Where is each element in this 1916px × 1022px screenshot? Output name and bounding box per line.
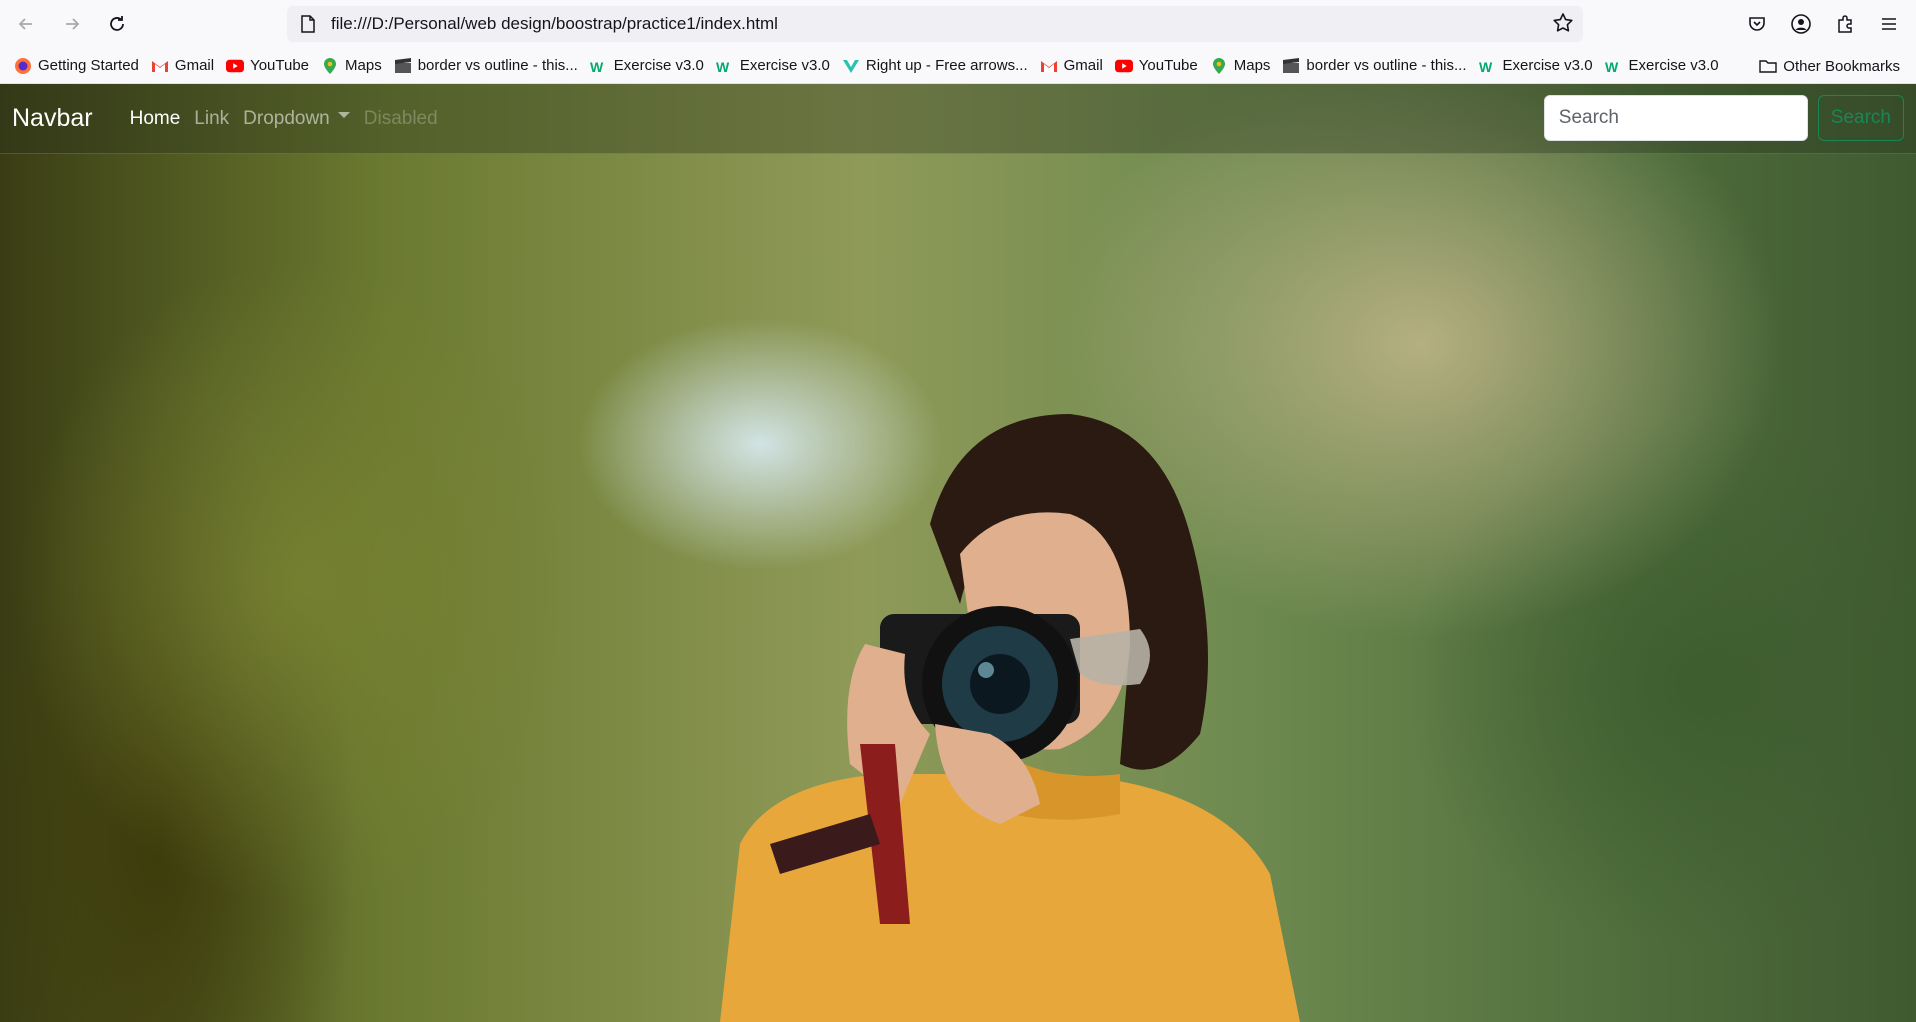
bookmark-item[interactable]: Getting Started bbox=[8, 52, 145, 80]
maps-icon bbox=[1210, 57, 1228, 75]
browser-toolbar: file:///D:/Personal/web design/boostrap/… bbox=[0, 0, 1916, 48]
other-bookmarks-folder[interactable]: Other Bookmarks bbox=[1753, 52, 1906, 80]
arrow-site-icon bbox=[842, 57, 860, 75]
w3schools-icon: W bbox=[590, 57, 608, 75]
forward-arrow-icon bbox=[66, 18, 80, 30]
bookmark-item[interactable]: Maps bbox=[1204, 52, 1277, 80]
bookmark-label: Getting Started bbox=[38, 57, 139, 74]
extensions-button[interactable] bbox=[1828, 7, 1862, 41]
bookmark-label: Exercise v3.0 bbox=[613, 57, 704, 74]
pocket-button[interactable] bbox=[1740, 7, 1774, 41]
bookmark-item[interactable]: border vs outline - this... bbox=[388, 52, 584, 80]
back-arrow-icon bbox=[18, 18, 32, 30]
bookmark-label: Gmail bbox=[1063, 57, 1103, 74]
url-text[interactable]: file:///D:/Personal/web design/boostrap/… bbox=[331, 14, 778, 34]
bookmark-label: Gmail bbox=[174, 57, 215, 74]
nav-dropdown-label: Dropdown bbox=[243, 107, 330, 129]
hamburger-menu-icon bbox=[1882, 18, 1896, 30]
account-icon bbox=[1791, 14, 1811, 34]
bookmark-item[interactable]: Gmail bbox=[145, 52, 220, 80]
bookmark-item[interactable]: W Exercise v3.0 bbox=[710, 52, 836, 80]
bookmark-star-icon[interactable] bbox=[1551, 11, 1575, 40]
nav-link-home[interactable]: Home bbox=[123, 108, 188, 130]
nav-links: Home Link Dropdown Disabled bbox=[123, 108, 445, 130]
nav-link-link[interactable]: Link bbox=[187, 108, 236, 130]
reload-icon bbox=[110, 16, 124, 31]
bookmarks-toolbar: Getting Started Gmail YouTube Maps borde… bbox=[0, 48, 1916, 84]
bookmark-item[interactable]: Right up - Free arrows... bbox=[836, 52, 1034, 80]
bookmark-label: YouTube bbox=[1138, 57, 1198, 74]
pocket-icon bbox=[1749, 17, 1765, 31]
other-bookmarks-label: Other Bookmarks bbox=[1783, 57, 1900, 75]
svg-text:W: W bbox=[716, 59, 730, 74]
firefox-icon bbox=[14, 57, 32, 75]
bookmark-label: Maps bbox=[1233, 57, 1271, 74]
search-button[interactable]: Search bbox=[1817, 95, 1904, 141]
reload-button[interactable] bbox=[100, 7, 134, 41]
bookmark-label: YouTube bbox=[250, 57, 310, 74]
youtube-icon bbox=[1114, 57, 1133, 75]
w3schools-icon: W bbox=[1605, 57, 1623, 75]
bookmark-item[interactable]: W Exercise v3.0 bbox=[1473, 52, 1599, 80]
caret-down-icon bbox=[337, 112, 350, 119]
bookmark-item[interactable]: W Exercise v3.0 bbox=[1599, 52, 1725, 80]
photographer-illustration bbox=[720, 414, 1300, 1022]
bookmark-label: Maps bbox=[345, 57, 382, 74]
toolbar-right-icons bbox=[1740, 7, 1906, 41]
forward-button[interactable] bbox=[55, 7, 89, 41]
bookmark-label: border vs outline - this... bbox=[1306, 57, 1467, 74]
youtube-icon bbox=[226, 57, 245, 75]
bookmark-label: Exercise v3.0 bbox=[1628, 57, 1719, 74]
bookmark-label: Exercise v3.0 bbox=[1502, 57, 1593, 74]
search-form: Search bbox=[1543, 95, 1904, 141]
menu-button[interactable] bbox=[1872, 7, 1906, 41]
bookmark-item[interactable]: W Exercise v3.0 bbox=[584, 52, 710, 80]
back-button[interactable] bbox=[9, 7, 43, 41]
svg-text:W: W bbox=[1605, 59, 1619, 74]
puzzle-icon bbox=[1838, 15, 1852, 33]
gmail-icon bbox=[151, 57, 169, 75]
bookmark-item[interactable]: border vs outline - this... bbox=[1276, 52, 1472, 80]
film-icon bbox=[1282, 57, 1300, 75]
svg-text:W: W bbox=[1479, 59, 1493, 74]
nav-link-disabled: Disabled bbox=[363, 107, 438, 129]
bookmark-label: border vs outline - this... bbox=[417, 57, 578, 74]
bookmark-item[interactable]: YouTube bbox=[220, 52, 315, 80]
w3schools-icon: W bbox=[1479, 57, 1497, 75]
file-page-icon bbox=[297, 15, 319, 33]
navbar: Navbar Home Link Dropdown Disabled Searc… bbox=[0, 84, 1916, 154]
bookmark-label: Right up - Free arrows... bbox=[865, 57, 1028, 74]
nav-dropdown[interactable]: Dropdown bbox=[236, 108, 357, 130]
folder-icon bbox=[1759, 57, 1777, 75]
bookmark-item[interactable]: YouTube bbox=[1109, 52, 1204, 80]
search-input[interactable] bbox=[1543, 95, 1808, 141]
svg-text:W: W bbox=[590, 59, 604, 74]
gmail-icon bbox=[1040, 57, 1058, 75]
maps-icon bbox=[321, 57, 339, 75]
bookmark-label: Exercise v3.0 bbox=[739, 57, 830, 74]
account-button[interactable] bbox=[1784, 7, 1818, 41]
bookmark-item[interactable]: Gmail bbox=[1034, 52, 1109, 80]
film-icon bbox=[394, 57, 412, 75]
page-viewport: Navbar Home Link Dropdown Disabled Searc… bbox=[0, 84, 1916, 1022]
w3schools-icon: W bbox=[716, 57, 734, 75]
bookmark-item[interactable]: Maps bbox=[315, 52, 388, 80]
navbar-brand[interactable]: Navbar bbox=[12, 104, 93, 133]
url-bar[interactable]: file:///D:/Personal/web design/boostrap/… bbox=[287, 6, 1583, 42]
